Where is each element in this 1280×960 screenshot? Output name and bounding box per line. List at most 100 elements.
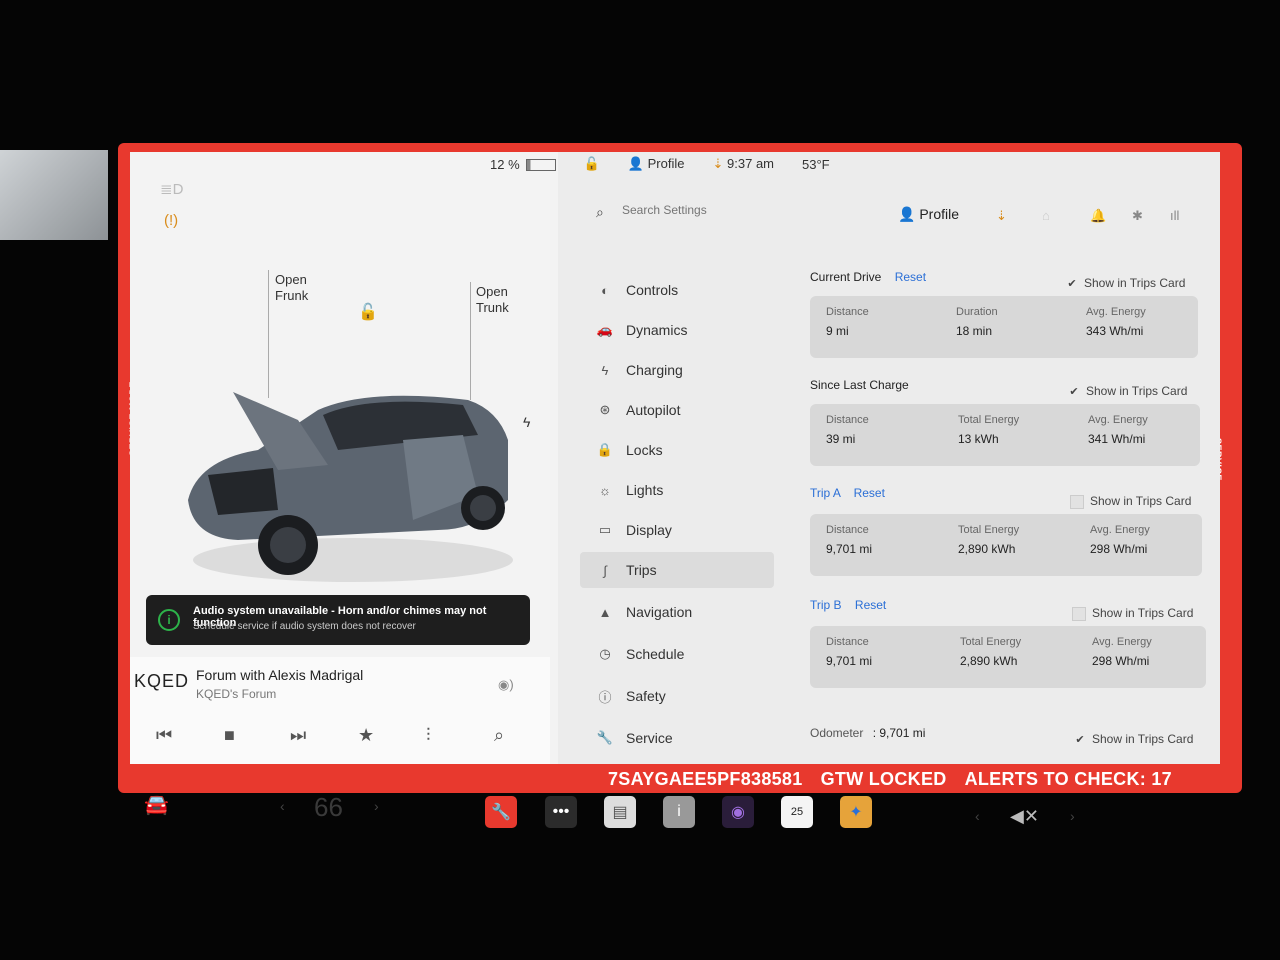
- station-logo: KQED: [134, 671, 190, 691]
- steering-wheel-icon: ⊛: [599, 402, 611, 417]
- status-profile[interactable]: 👤 Profile: [628, 156, 685, 172]
- status-profile-label: Profile: [647, 156, 685, 171]
- stat-label: Total Energy: [960, 636, 1022, 648]
- menu-item-schedule[interactable]: ◷ Schedule: [580, 636, 774, 672]
- bezel-glare: [0, 150, 108, 240]
- current-drive-card: Distance 9 mi Duration 18 min Avg. Energy 3…: [810, 296, 1198, 358]
- show-label: Show in Trips Card: [1084, 276, 1186, 290]
- stat-total-energy: Total Energy 2,890 kWh: [960, 636, 1080, 668]
- trip-a-show-checkbox[interactable]: Show in Trips Card: [1070, 494, 1191, 509]
- vin-label: 7SAYGAEE5PF838581: [608, 768, 803, 789]
- manual-icon[interactable]: i: [663, 796, 695, 828]
- show-label: Show in Trips Card: [1092, 606, 1194, 620]
- temp-up-arrow[interactable]: ›: [374, 798, 379, 814]
- next-icon[interactable]: ⏭: [290, 725, 306, 746]
- stat-label: Avg. Energy: [1088, 414, 1148, 426]
- stat-distance: Distance 39 mi: [826, 414, 946, 446]
- stat-value: 39 mi: [826, 432, 856, 446]
- notes-icon[interactable]: ▤: [604, 796, 636, 828]
- service-wrench-icon[interactable]: 🔧: [485, 796, 517, 828]
- menu-item-navigation[interactable]: ▲ Navigation: [580, 594, 774, 630]
- menu-item-label: Navigation: [626, 604, 693, 620]
- stat-distance: Distance 9,701 mi: [826, 524, 946, 556]
- download-icon[interactable]: ⇣: [996, 208, 1007, 224]
- stat-label: Distance: [826, 636, 869, 648]
- mute-icon[interactable]: ◀✕: [1010, 806, 1039, 827]
- calendar-icon[interactable]: 25: [781, 796, 813, 828]
- volume-up-arrow[interactable]: ›: [1070, 808, 1075, 824]
- equalizer-icon[interactable]: ⫶: [426, 725, 431, 746]
- alerts-count[interactable]: ALERTS TO CHECK: 17: [965, 769, 1172, 790]
- download-icon: ⇣: [712, 156, 724, 171]
- odometer-show-checkbox[interactable]: ✔ Show in Trips Card: [1074, 732, 1193, 746]
- source-icon[interactable]: ◉): [498, 677, 514, 693]
- open-frunk-button[interactable]: Open Frunk: [275, 272, 308, 304]
- media-player: KQED Forum with Alexis Madrigal KQED's F…: [130, 657, 550, 764]
- info-icon: i: [158, 609, 180, 631]
- stat-total-energy: Total Energy 2,890 kWh: [958, 524, 1078, 556]
- trip-b-show-checkbox[interactable]: Show in Trips Card: [1072, 606, 1193, 621]
- menu-item-label: Trips: [626, 562, 657, 578]
- search-icon: ⌕: [596, 204, 604, 220]
- open-frunk-label-1: Open: [275, 272, 307, 287]
- battery-indicator: 12 %: [490, 157, 556, 172]
- stat-label: Total Energy: [958, 414, 1020, 426]
- notification-bell-icon[interactable]: 🔔: [1090, 208, 1106, 224]
- menu-item-lights[interactable]: ☼ Lights: [580, 472, 774, 508]
- stat-label: Avg. Energy: [1090, 524, 1150, 536]
- trip-a-reset-button[interactable]: Reset: [854, 486, 885, 500]
- more-apps-icon[interactable]: •••: [545, 796, 577, 828]
- menu-item-dynamics[interactable]: 🚗 Dynamics: [580, 312, 774, 348]
- stat-label: Distance: [826, 524, 869, 536]
- show-label: Show in Trips Card: [1092, 732, 1194, 746]
- outside-temperature: 53°F: [802, 156, 830, 172]
- bluetooth-icon[interactable]: ✱: [1132, 208, 1143, 224]
- volume-down-arrow[interactable]: ‹: [975, 808, 980, 824]
- menu-item-autopilot[interactable]: ⊛ Autopilot: [580, 392, 774, 428]
- temp-down-arrow[interactable]: ‹: [280, 798, 285, 814]
- car-icon[interactable]: 🚘: [144, 792, 169, 817]
- menu-item-label: Autopilot: [626, 402, 681, 418]
- trip-b-reset-button[interactable]: Reset: [855, 598, 886, 612]
- menu-item-charging[interactable]: ϟ Charging: [580, 352, 774, 388]
- unlock-icon[interactable]: 🔓: [358, 302, 378, 322]
- battery-percent: 12 %: [490, 156, 520, 172]
- lock-status-icon[interactable]: 🔓: [584, 156, 600, 172]
- cabin-temperature[interactable]: 66: [314, 792, 343, 823]
- menu-item-locks[interactable]: 🔒 Locks: [580, 432, 774, 468]
- current-drive-show-checkbox[interactable]: ✔ Show in Trips Card: [1066, 276, 1185, 290]
- open-trunk-button[interactable]: Open Trunk: [476, 284, 509, 316]
- stat-label: Avg. Energy: [1092, 636, 1152, 648]
- display-icon: ▭: [598, 522, 612, 537]
- menu-item-display[interactable]: ▭ Display: [580, 512, 774, 548]
- media-subtitle: KQED's Forum: [196, 687, 277, 701]
- menu-item-trips[interactable]: ∫ Trips: [580, 552, 774, 588]
- stop-icon[interactable]: ■: [224, 725, 235, 746]
- charge-port-icon[interactable]: ϟ: [523, 414, 530, 430]
- favorite-icon[interactable]: ★: [358, 725, 374, 746]
- current-drive-title: Current Drive: [810, 270, 882, 284]
- stat-avg-energy: Avg. Energy 298 Wh/mi: [1090, 524, 1210, 556]
- settings-search-input[interactable]: [620, 202, 844, 218]
- menu-item-service[interactable]: 🔧 Service: [580, 720, 774, 756]
- frunk-guide-line: [268, 270, 269, 398]
- stat-value: 2,890 kWh: [958, 542, 1016, 556]
- previous-icon[interactable]: ⏮: [156, 725, 172, 746]
- car-model-image: [188, 392, 513, 582]
- profile-button[interactable]: 👤 Profile: [898, 206, 959, 223]
- menu-item-safety[interactable]: ⓘ Safety: [580, 678, 774, 714]
- stat-duration: Duration 18 min: [956, 306, 1076, 338]
- menu-item-controls[interactable]: ◐ Controls: [580, 272, 774, 308]
- since-last-charge-title: Since Last Charge: [810, 378, 909, 392]
- search-icon[interactable]: ⌕: [494, 725, 504, 746]
- audio-alert-toast[interactable]: i Audio system unavailable - Horn and/or…: [146, 595, 530, 645]
- stat-avg-energy: Avg. Energy 343 Wh/mi: [1086, 306, 1206, 338]
- current-drive-reset-button[interactable]: Reset: [895, 270, 926, 284]
- trips-icon: ∫: [603, 562, 607, 578]
- camera-icon[interactable]: ◉: [722, 796, 754, 828]
- stat-avg-energy: Avg. Energy 298 Wh/mi: [1092, 636, 1212, 668]
- toybox-icon[interactable]: ✦: [840, 796, 872, 828]
- home-icon[interactable]: ⌂: [1042, 208, 1050, 223]
- since-last-charge-show-checkbox[interactable]: ✔ Show in Trips Card: [1068, 384, 1187, 398]
- trip-b-card: Distance 9,701 mi Total Energy 2,890 kWh A…: [810, 626, 1206, 688]
